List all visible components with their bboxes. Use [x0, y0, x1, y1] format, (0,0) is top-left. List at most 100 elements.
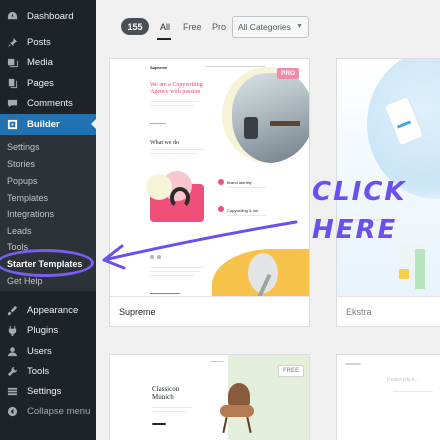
- sidebar-item-label: Settings: [27, 385, 62, 397]
- category-select[interactable]: All Categories ▼: [232, 16, 309, 38]
- preview-text-line: [227, 215, 267, 216]
- template-preview: Classicon Munich FREE: [110, 355, 309, 440]
- sidebar-item-dashboard[interactable]: Dashboard: [0, 6, 96, 26]
- preview-text-line: [150, 101, 200, 102]
- settings-icon: [6, 385, 18, 397]
- sidebar-item-posts[interactable]: Posts: [0, 32, 96, 52]
- template-card-title: Ekstra: [337, 296, 440, 326]
- sidebar-item-tools[interactable]: Tools: [0, 361, 96, 381]
- preview-service-dot: [218, 206, 224, 212]
- dashboard-icon: [6, 10, 18, 22]
- preview-service-2: Copywriting & Ink: [227, 208, 259, 213]
- preview-text-line: [150, 149, 205, 150]
- sidebar-item-pages[interactable]: Pages: [0, 73, 96, 93]
- sidebar-item-users[interactable]: Users: [0, 341, 96, 361]
- annotation-text-here: HERE: [312, 215, 398, 245]
- sidebar-item-label: Tools: [27, 365, 50, 377]
- preview-dot: [157, 255, 161, 259]
- preview-chair-image: [214, 383, 258, 434]
- preview-service-dot: [218, 179, 224, 185]
- preview-text-line: [152, 407, 192, 408]
- submenu-item-stories[interactable]: Stories: [7, 159, 35, 169]
- preview-headphones: [170, 187, 190, 209]
- submenu-item-leads[interactable]: Leads: [7, 226, 32, 236]
- template-card-title: Supreme: [110, 296, 309, 326]
- preview-green-bar: [415, 249, 425, 289]
- tab-active-indicator: [157, 38, 171, 40]
- preview-sun-circle: [146, 174, 172, 200]
- preview-text-line: [227, 187, 267, 188]
- sidebar-item-builder[interactable]: Builder: [0, 114, 96, 135]
- preview-headline-2: Agency with passion: [150, 89, 201, 95]
- user-icon: [6, 345, 18, 357]
- preview-brand: Supreme: [150, 65, 168, 70]
- submenu-item-get-help[interactable]: Get Help: [7, 276, 43, 286]
- sidebar-item-label: Dashboard: [27, 10, 74, 22]
- template-card-classicon[interactable]: Classicon Munich FREE: [109, 354, 310, 440]
- preview-nav-line: [205, 66, 265, 67]
- sidebar-item-label: Posts: [27, 36, 51, 48]
- preview-text-line: [393, 391, 433, 392]
- sidebar-item-settings[interactable]: Settings: [0, 381, 96, 401]
- comment-icon: [6, 97, 18, 109]
- sidebar-item-appearance[interactable]: Appearance: [0, 300, 96, 320]
- preview-text-line: [152, 423, 166, 425]
- preview-text-line: [150, 267, 205, 268]
- preview-tagline: Dealer jvly b...: [387, 377, 419, 383]
- annotation-text-click: CLICK: [312, 177, 407, 207]
- chevron-down-icon: ▼: [296, 23, 303, 30]
- submenu-item-popups[interactable]: Popups: [7, 176, 38, 186]
- tab-pro[interactable]: Pro: [212, 22, 226, 32]
- sidebar-item-label: Plugins: [27, 324, 59, 336]
- submenu-item-settings[interactable]: Settings: [7, 142, 40, 152]
- media-icon: [6, 56, 18, 68]
- template-preview: Supreme We are a Copywriting Agency with…: [110, 59, 309, 309]
- pro-badge: PRO: [277, 68, 300, 79]
- pages-icon: [6, 77, 18, 89]
- template-card-partial[interactable]: Dealer jvly b...: [336, 354, 440, 440]
- submenu-item-integrations[interactable]: Integrations: [7, 209, 54, 219]
- sidebar-item-comments[interactable]: Comments: [0, 93, 96, 113]
- submenu-item-templates[interactable]: Templates: [7, 193, 48, 203]
- brush-icon: [6, 304, 18, 316]
- wordpress-admin-screen: Dashboard Posts Media Pages Comments Bui…: [0, 0, 440, 440]
- preview-text-line: [150, 271, 200, 272]
- preview-dot: [150, 255, 154, 259]
- preview-service-1: Brand Identity: [227, 180, 252, 185]
- category-select-value: All Categories: [238, 22, 291, 32]
- preview-text-line: [150, 105, 194, 106]
- pin-icon: [6, 36, 18, 48]
- sidebar-item-media[interactable]: Media: [0, 52, 96, 72]
- sidebar-item-label: Comments: [27, 97, 73, 109]
- wrench-icon: [6, 365, 18, 377]
- preview-text-line: [345, 363, 361, 365]
- tab-all[interactable]: All: [160, 22, 170, 32]
- preview-text-line: [152, 411, 186, 412]
- plugin-icon: [6, 324, 18, 336]
- preview-headline-2: Munich: [152, 393, 174, 401]
- preview-text-line: [150, 275, 195, 276]
- template-count-badge: 155: [121, 18, 149, 35]
- builder-icon: [6, 119, 18, 131]
- preview-text-line: [210, 361, 224, 362]
- collapse-icon: [6, 405, 18, 417]
- sidebar-item-label: Pages: [27, 77, 54, 89]
- sidebar-item-label: Media: [27, 56, 53, 68]
- sidebar-item-label: Appearance: [27, 304, 79, 316]
- template-card-supreme[interactable]: Supreme We are a Copywriting Agency with…: [109, 58, 310, 327]
- admin-sidebar: Dashboard Posts Media Pages Comments Bui…: [0, 0, 96, 440]
- preview-office-photo: [222, 67, 309, 163]
- sidebar-item-plugins[interactable]: Plugins: [0, 320, 96, 340]
- tab-free[interactable]: Free: [183, 22, 202, 32]
- preview-yellow-square: [399, 269, 409, 279]
- sidebar-item-label: Users: [27, 345, 52, 357]
- preview-section-title: What we do: [150, 140, 179, 146]
- sidebar-item-label: Builder: [27, 119, 60, 130]
- free-badge: FREE: [278, 365, 305, 377]
- preview-text-line: [150, 153, 198, 154]
- highlight-circle-annotation: [0, 249, 94, 277]
- collapse-menu-button[interactable]: Collapse menu: [0, 401, 96, 421]
- preview-headline-1: Classicon: [152, 385, 180, 393]
- preview-headline-1: We are a Copywriting: [150, 82, 203, 88]
- preview-text-line: [150, 123, 166, 124]
